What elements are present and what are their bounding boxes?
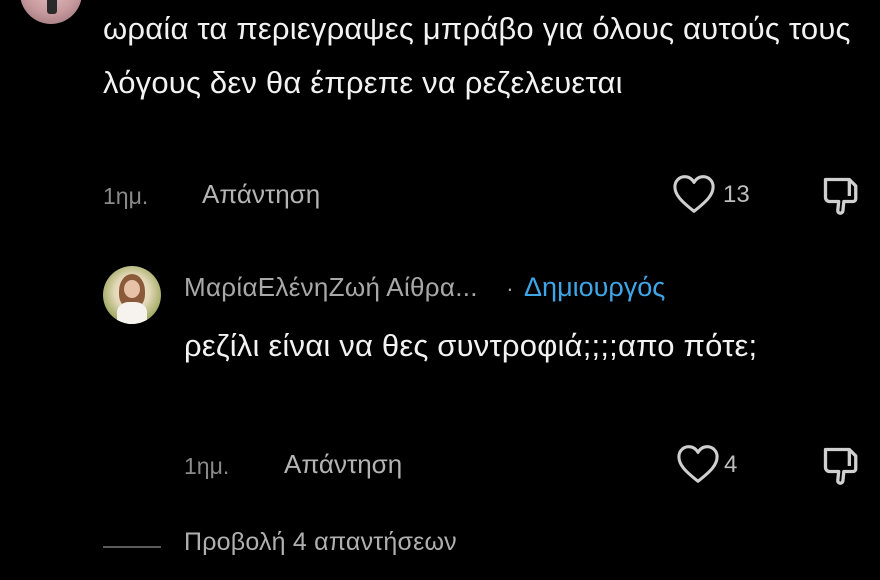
reply-timestamp: 1ημ. <box>184 453 230 479</box>
replies-divider <box>103 546 161 548</box>
separator-dot: · <box>506 276 514 301</box>
reply-like-button[interactable] <box>676 444 720 484</box>
comment-like-button[interactable] <box>672 174 716 214</box>
creator-avatar[interactable] <box>103 266 161 324</box>
heart-outline-icon <box>673 175 715 213</box>
comment-timestamp: 1ημ. <box>103 183 149 209</box>
creator-badge: Δημιουργός <box>524 272 666 302</box>
comment-like-count: 13 <box>723 181 750 208</box>
heart-outline-icon <box>677 445 719 483</box>
reply-dislike-button[interactable] <box>820 444 864 488</box>
comment-text: ωραία τα περιεγραψες μπράβο για όλους αυ… <box>103 11 851 100</box>
dislike-icon <box>823 177 858 215</box>
reply-text: ρεζίλι είναι να θες συντροφιά;;;;απο πότ… <box>184 328 758 363</box>
comment-reply-button[interactable]: Απάντηση <box>202 179 320 210</box>
commenter-avatar[interactable] <box>20 0 82 24</box>
reply-reply-button[interactable]: Απάντηση <box>284 449 402 480</box>
dislike-icon <box>823 447 858 485</box>
view-replies-button[interactable]: Προβολή 4 απαντήσεων <box>184 528 457 557</box>
avatar-figure <box>47 0 57 14</box>
comment-dislike-button[interactable] <box>820 174 864 218</box>
avatar-body <box>117 302 147 324</box>
reply-author-name[interactable]: ΜαρίαΕλένηΖωή Αίθρα... <box>184 272 478 302</box>
reply-header: ΜαρίαΕλένηΖωή Αίθρα... · Δημιουργός <box>184 272 665 303</box>
avatar-face <box>124 280 140 298</box>
reply-like-count: 4 <box>724 451 738 478</box>
